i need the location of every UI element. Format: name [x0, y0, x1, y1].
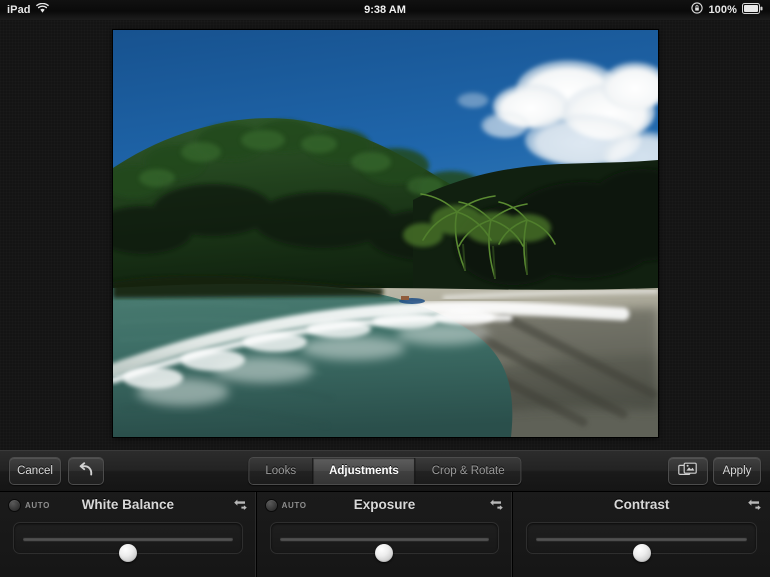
- wifi-icon: [36, 1, 49, 19]
- slider-contrast[interactable]: [526, 522, 757, 554]
- slider-track: [280, 537, 490, 541]
- slider-track: [536, 537, 747, 541]
- adjustment-panel-white-balance: AUTO White Balance: [0, 492, 257, 577]
- tab-looks-label: Looks: [265, 465, 296, 477]
- auto-knob-icon: [265, 499, 278, 512]
- tab-crop-and-rotate[interactable]: Crop & Rotate: [416, 458, 521, 484]
- photo-canvas: [0, 20, 770, 450]
- auto-label-exposure: AUTO: [282, 501, 307, 510]
- rotation-lock-icon: [691, 1, 703, 19]
- slider-track: [23, 537, 233, 541]
- edit-mode-segmented-control: Looks Adjustments Crop & Rotate: [248, 457, 521, 485]
- status-bar-clock: 9:38 AM: [0, 0, 770, 20]
- reset-arrow-icon[interactable]: [233, 498, 248, 516]
- panel-header-white-balance: AUTO White Balance: [0, 492, 256, 518]
- reset-arrow-icon[interactable]: [489, 498, 504, 516]
- adjustment-panel-contrast: Contrast: [513, 492, 770, 577]
- compare-button[interactable]: [668, 457, 708, 485]
- tab-looks[interactable]: Looks: [249, 458, 313, 484]
- slider-thumb-contrast[interactable]: [633, 544, 651, 562]
- slider-exposure[interactable]: [270, 522, 500, 554]
- slider-thumb-white-balance[interactable]: [119, 544, 137, 562]
- cancel-button[interactable]: Cancel: [9, 457, 61, 485]
- carrier-label: iPad: [7, 5, 31, 16]
- battery-icon: [742, 1, 763, 19]
- adjustments-bar: AUTO White Balance: [0, 492, 770, 577]
- slider-white-balance[interactable]: [13, 522, 243, 554]
- cancel-button-label: Cancel: [17, 465, 53, 477]
- editor-toolbar: Cancel Looks Adjustments Crop & Rotate: [0, 450, 770, 492]
- panel-title-contrast: Contrast: [513, 492, 770, 518]
- status-bar: iPad 9:38 AM 100%: [0, 0, 770, 20]
- status-bar-left: iPad: [7, 1, 49, 19]
- panel-header-exposure: AUTO Exposure: [257, 492, 513, 518]
- compare-photos-icon: [678, 462, 698, 480]
- auto-toggle-white-balance[interactable]: AUTO: [8, 499, 50, 512]
- tab-adjustments-label: Adjustments: [329, 465, 399, 477]
- auto-label-white-balance: AUTO: [25, 501, 50, 510]
- reset-arrow-icon[interactable]: [747, 498, 762, 516]
- status-bar-right: 100%: [691, 1, 763, 19]
- panel-header-contrast: Contrast: [513, 492, 770, 518]
- photo-editor-app: iPad 9:38 AM 100%: [0, 0, 770, 577]
- apply-button[interactable]: Apply: [713, 457, 761, 485]
- edited-photo[interactable]: [113, 30, 658, 437]
- tab-crop-and-rotate-label: Crop & Rotate: [432, 465, 505, 477]
- adjustment-panel-exposure: AUTO Exposure: [257, 492, 514, 577]
- auto-knob-icon: [8, 499, 21, 512]
- revert-button[interactable]: [68, 457, 104, 485]
- tab-adjustments[interactable]: Adjustments: [313, 458, 416, 484]
- photo-artwork: [113, 30, 658, 437]
- auto-toggle-exposure[interactable]: AUTO: [265, 499, 307, 512]
- apply-button-label: Apply: [723, 465, 752, 477]
- slider-thumb-exposure[interactable]: [375, 544, 393, 562]
- undo-arrow-icon: [78, 462, 95, 480]
- battery-percent-label: 100%: [708, 5, 737, 16]
